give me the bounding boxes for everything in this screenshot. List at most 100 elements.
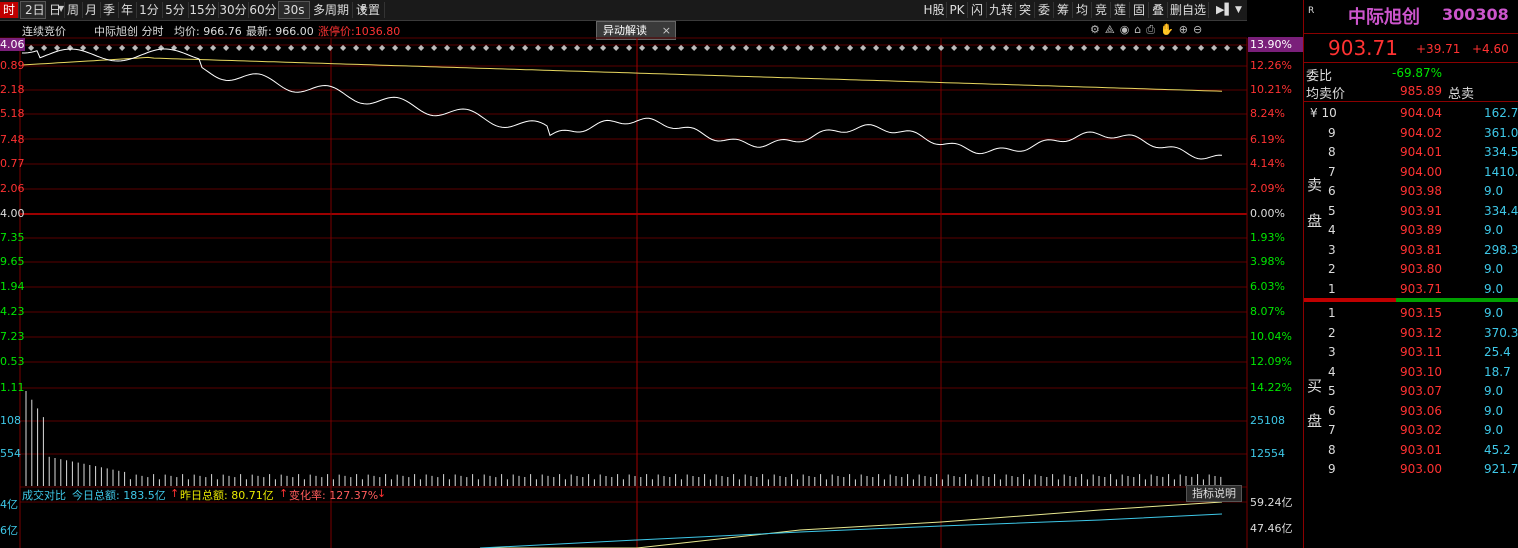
event-marker: ◆: [1146, 43, 1153, 52]
sell_levels-row[interactable]: 9 904.02 361.0: [1304, 124, 1518, 143]
event-marker: ◆: [132, 43, 139, 52]
buy_levels-level: 3: [1328, 345, 1336, 359]
left-axis-label: 108: [0, 414, 21, 427]
event-marker: ◆: [301, 43, 308, 52]
sell_levels-level: 6: [1328, 184, 1336, 198]
sell_levels-price: 904.01: [1400, 145, 1442, 159]
buy_levels-price: 903.02: [1400, 423, 1442, 437]
change-rate: 变化率: 127.37%: [289, 489, 379, 502]
event-marker: ◆: [860, 43, 867, 52]
event-marker: ◆: [1237, 43, 1244, 52]
sell_levels-level: 3: [1328, 242, 1336, 257]
price-change-pct: +4.60: [1472, 42, 1509, 56]
sell_levels-row[interactable]: 2 903.80 9.0: [1304, 260, 1518, 279]
event-marker: ◆: [1224, 43, 1231, 52]
buy_levels-volume: 9.0: [1484, 403, 1504, 418]
sell_levels-level: 5: [1328, 203, 1336, 218]
event-marker: ◆: [327, 43, 334, 52]
sell_levels-row[interactable]: 5 903.91 334.4: [1304, 202, 1518, 221]
sell_levels-price: 903.71: [1400, 281, 1442, 296]
sell_levels-price: 904.02: [1400, 125, 1442, 140]
event-marker: ◆: [288, 43, 295, 52]
event-marker: ◆: [340, 43, 347, 52]
buy_levels-row[interactable]: 9 903.00 921.7: [1304, 460, 1518, 479]
event-marker: ◆: [119, 43, 126, 52]
left-axis-label: 1.94: [0, 280, 25, 293]
sell_levels-volume: 1410.2: [1484, 164, 1518, 179]
buy_levels-price: 903.07: [1400, 384, 1442, 398]
sell_levels-row[interactable]: 3 903.81 298.3: [1304, 241, 1518, 260]
buy_levels-row[interactable]: 8 903.01 45.2: [1304, 441, 1518, 460]
event-marker: ◆: [912, 43, 919, 52]
event-marker: ◆: [730, 43, 737, 52]
sell_levels-row[interactable]: 7 904.00 1410.2: [1304, 163, 1518, 182]
indicator-help-button[interactable]: 指标说明: [1186, 485, 1242, 502]
event-marker: ◆: [1055, 43, 1062, 52]
sell_levels-row[interactable]: 4 903.89 9.0: [1304, 221, 1518, 240]
event-marker: ◆: [834, 43, 841, 52]
commission-ratio-label: 委比: [1306, 69, 1333, 84]
buy_levels-row[interactable]: 4 903.10 18.7: [1304, 363, 1518, 382]
event-marker: ◆: [847, 43, 854, 52]
event-marker: ◆: [977, 43, 984, 52]
right-axis-pct-label: 6.03%: [1250, 280, 1285, 293]
buy_levels-row[interactable]: 3 903.11 25.4: [1304, 343, 1518, 362]
right-axis-pct-label: 8.24%: [1250, 107, 1285, 120]
buy_levels-level: 2: [1328, 325, 1336, 340]
event-marker: ◆: [1185, 43, 1192, 52]
right-axis-volume-label: 25108: [1250, 414, 1285, 427]
event-marker: ◆: [28, 43, 35, 52]
event-marker: ◆: [1081, 43, 1088, 52]
event-marker: ◆: [67, 43, 74, 52]
right-axis-pct-label: 14.22%: [1250, 381, 1292, 394]
left-axis-label: 7.48: [0, 133, 25, 146]
buy_levels-row[interactable]: 7 903.02 9.0: [1304, 421, 1518, 440]
sell_levels-row[interactable]: ¥ 10 904.04 162.7: [1304, 104, 1518, 123]
volume-bars: [25, 391, 1222, 486]
right-axis-amount-label: 59.24亿: [1250, 496, 1293, 509]
event-marker: ◆: [145, 43, 152, 52]
buy_levels-level: 9: [1328, 462, 1336, 476]
sell_levels-level: 4: [1328, 223, 1336, 237]
event-marker: ◆: [483, 43, 490, 52]
order-book-panel: R 中际旭创 300308 903.71 +39.71 +4.60 委比 -69…: [1303, 0, 1518, 548]
event-marker: ◆: [561, 43, 568, 52]
event-marker: ◆: [1172, 43, 1179, 52]
event-marker: ◆: [678, 43, 685, 52]
buy_levels-level: 4: [1328, 364, 1336, 379]
event-marker: ◆: [665, 43, 672, 52]
sell_levels-price: 903.80: [1400, 262, 1442, 276]
event-marker: ◆: [1211, 43, 1218, 52]
intraday-chart[interactable]: ◆ ◆ ◆ ◆ ◆ ◆ ◆ ◆ ◆ ◆ ◆ ◆ ◆ ◆ ◆ ◆ ◆ ◆ ◆ ◆ ◆ ◆ ◆ ◆ ◆ ◆ ◆ ◆ ◆ ◆ ◆ ◆ ◆ ◆ ◆ ◆ ◆ ◆ ◆ ◆…: [0, 0, 1303, 548]
sell_levels-price: 904.00: [1400, 164, 1442, 179]
buy_levels-row[interactable]: 1 903.15 9.0: [1304, 304, 1518, 323]
sell_levels-price: 903.89: [1400, 223, 1442, 237]
buy_levels-row[interactable]: 5 903.07 9.0: [1304, 382, 1518, 401]
event-marker: ◆: [717, 43, 724, 52]
event-marker: ◆: [366, 43, 373, 52]
buy_levels-row[interactable]: 6 903.06 9.0: [1304, 402, 1518, 421]
avg-sell-label: 均卖价: [1306, 87, 1346, 102]
event-marker: ◆: [873, 43, 880, 52]
event-marker: ◆: [600, 43, 607, 52]
sell_levels-row[interactable]: 6 903.98 9.0: [1304, 182, 1518, 201]
buy_levels-volume: 45.2: [1484, 442, 1511, 457]
buy_levels-price: 903.15: [1400, 306, 1442, 320]
event-marker: ◆: [93, 43, 100, 52]
right-axis-pct-label: 10.21%: [1250, 83, 1292, 96]
sell_levels-row[interactable]: 1 903.71 9.0: [1304, 280, 1518, 299]
buy_levels-price: 903.11: [1400, 345, 1442, 359]
left-axis-label: 0.53: [0, 355, 25, 368]
event-marker: ◆: [743, 43, 750, 52]
left-axis-label: 7.23: [0, 330, 25, 343]
sell_levels-row[interactable]: 8 904.01 334.5: [1304, 143, 1518, 162]
right-axis-pct-label: 0.00%: [1250, 207, 1285, 220]
event-marker: ◆: [197, 43, 204, 52]
buy_levels-row[interactable]: 2 903.12 370.3: [1304, 324, 1518, 343]
event-marker: ◆: [1042, 43, 1049, 52]
sell_levels-level: 1: [1328, 281, 1336, 296]
event-marker: ◆: [418, 43, 425, 52]
event-marker: ◆: [444, 43, 451, 52]
event-marker: ◆: [353, 43, 360, 52]
buy-strength-bar: [1396, 298, 1518, 302]
